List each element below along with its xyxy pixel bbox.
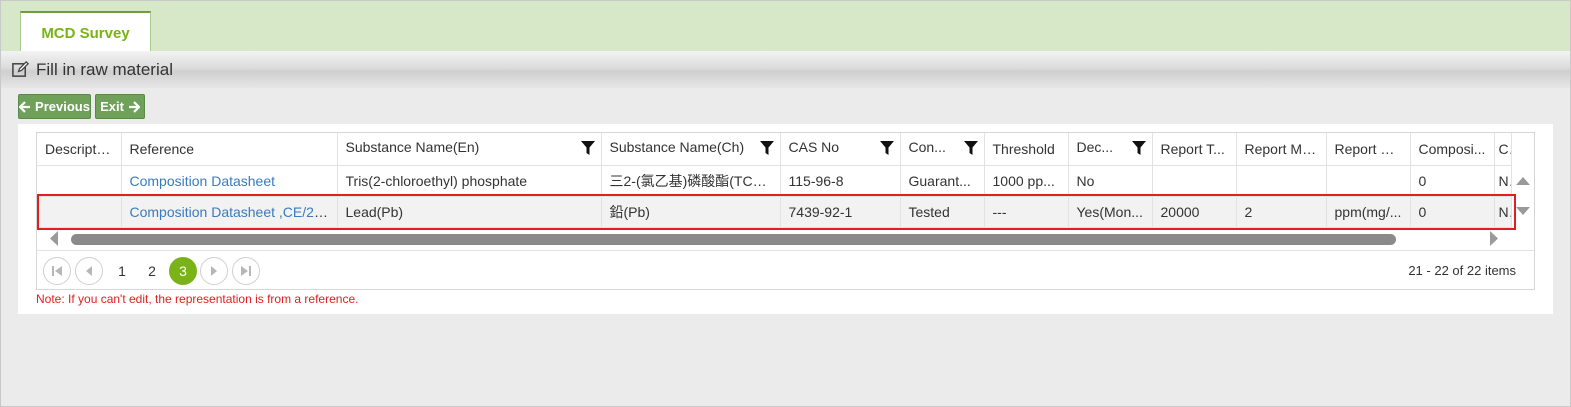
col-header-report-unit[interactable]: Report Unit <box>1326 133 1411 166</box>
exit-button[interactable]: Exit <box>95 94 145 119</box>
edit-note: Note: If you can't edit, the representat… <box>36 292 359 306</box>
arrow-right-icon <box>128 100 140 113</box>
col-label: C <box>1498 140 1509 157</box>
cell-reference: Composition Datasheet <box>121 165 338 197</box>
cell-reference: Composition Datasheet ,CE/20... <box>121 196 338 228</box>
filter-icon[interactable] <box>1131 141 1146 155</box>
cell-threshold: --- <box>984 196 1069 228</box>
items-info: 21 - 22 of 22 items <box>1408 263 1516 278</box>
reference-link[interactable]: Composition Datasheet ,CE/20... <box>130 204 334 220</box>
grid-table: Description Reference Substance Name(En)… <box>37 133 1512 228</box>
cell-substance-ch: 鉛(Pb) <box>601 196 781 228</box>
cell-substance-ch: 三2-(氯乙基)磷酸酯(TCEP) <box>601 165 781 197</box>
col-header-cas-no[interactable]: CAS No <box>780 133 901 166</box>
cell-threshold: 1000 pp... <box>984 165 1069 197</box>
grid-header-row: Description Reference Substance Name(En)… <box>37 133 1512 166</box>
cell-dec: No <box>1068 165 1153 197</box>
filter-icon[interactable] <box>963 141 978 155</box>
scroll-down-icon[interactable] <box>1516 206 1530 216</box>
col-label: Dec... <box>1076 139 1114 155</box>
col-header-con[interactable]: Con... <box>900 133 985 166</box>
prev-page-icon <box>86 266 92 276</box>
page-button-3-current[interactable]: 3 <box>169 257 197 285</box>
col-header-substance-en[interactable]: Substance Name(En) <box>337 133 602 166</box>
col-header-description[interactable]: Description <box>37 133 122 166</box>
scroll-left-icon[interactable] <box>49 231 59 246</box>
cell-report-mdl: 2 <box>1236 196 1327 228</box>
col-label: CAS No <box>788 139 840 155</box>
col-label: Report T... <box>1160 140 1225 157</box>
col-label: Report Unit <box>1334 140 1406 157</box>
col-header-report-t[interactable]: Report T... <box>1152 133 1237 166</box>
reference-link[interactable]: Composition Datasheet <box>130 173 276 189</box>
tab-mcd-survey[interactable]: MCD Survey <box>20 11 151 53</box>
cell-cas-no: 7439-92-1 <box>780 196 901 228</box>
col-label: Con... <box>908 139 946 155</box>
col-label: Substance Name(Ch) <box>609 139 745 155</box>
scroll-right-icon[interactable] <box>1489 231 1499 246</box>
cell-con: Tested <box>900 196 985 228</box>
scroll-up-icon[interactable] <box>1516 176 1530 186</box>
col-header-dec[interactable]: Dec... <box>1068 133 1153 166</box>
cell-description <box>37 196 122 228</box>
last-page-icon <box>241 266 251 276</box>
col-header-substance-ch[interactable]: Substance Name(Ch) <box>601 133 781 166</box>
filter-icon[interactable] <box>580 141 595 155</box>
cell-report-t: 20000 <box>1152 196 1237 228</box>
col-header-composi[interactable]: Composi... <box>1410 133 1495 166</box>
cell-c: N <box>1494 165 1512 197</box>
table-row[interactable]: Composition Datasheet Tris(2-chloroethyl… <box>37 165 1512 197</box>
first-page-icon <box>52 266 62 276</box>
col-header-report-mdl[interactable]: Report MDL <box>1236 133 1327 166</box>
arrow-left-icon <box>19 100 31 113</box>
last-page-button[interactable] <box>232 257 260 285</box>
cell-description <box>37 165 122 197</box>
col-header-c[interactable]: C <box>1494 133 1512 166</box>
first-page-button[interactable] <box>43 257 71 285</box>
horizontal-scrollbar[interactable] <box>37 230 1512 248</box>
cell-con: Guarant... <box>900 165 985 197</box>
filter-icon[interactable] <box>759 141 774 155</box>
cell-report-t <box>1152 165 1237 197</box>
cell-report-unit: ppm(mg/... <box>1326 196 1411 228</box>
section-title: Fill in raw material <box>36 59 173 79</box>
col-label: Substance Name(En) <box>345 139 480 155</box>
scrollbar-thumb[interactable] <box>71 234 1396 245</box>
exit-label: Exit <box>100 99 124 114</box>
page-button-2[interactable]: 2 <box>138 257 166 285</box>
edit-icon <box>12 60 30 77</box>
cell-report-unit <box>1326 165 1411 197</box>
cell-substance-en: Tris(2-chloroethyl) phosphate <box>337 165 602 197</box>
section-header: Fill in raw material <box>1 51 1570 88</box>
col-label: Report MDL <box>1244 140 1320 157</box>
page-button-1[interactable]: 1 <box>108 257 136 285</box>
cell-c: N <box>1494 196 1512 228</box>
cell-substance-en: Lead(Pb) <box>337 196 602 228</box>
previous-label: Previous <box>35 99 90 114</box>
filter-icon[interactable] <box>879 141 894 155</box>
tab-bar: MCD Survey <box>1 1 1570 53</box>
next-page-icon <box>211 266 217 276</box>
prev-page-button[interactable] <box>75 257 103 285</box>
col-header-threshold[interactable]: Threshold <box>984 133 1069 166</box>
cell-report-mdl <box>1236 165 1327 197</box>
pager: 1 2 3 21 - 22 of 22 items <box>37 250 1534 290</box>
col-header-reference[interactable]: Reference <box>121 133 338 166</box>
cell-composi: 0 <box>1410 196 1495 228</box>
col-label: Composi... <box>1418 140 1486 157</box>
col-label: Description <box>45 140 116 157</box>
cell-composi: 0 <box>1410 165 1495 197</box>
col-label: Threshold <box>992 140 1055 157</box>
previous-button[interactable]: Previous <box>18 94 91 119</box>
next-page-button[interactable] <box>200 257 228 285</box>
cell-dec: Yes(Mon... <box>1068 196 1153 228</box>
col-label: Reference <box>129 140 195 157</box>
table-row-selected[interactable]: Composition Datasheet ,CE/20... Lead(Pb)… <box>37 196 1512 228</box>
cell-cas-no: 115-96-8 <box>780 165 901 197</box>
